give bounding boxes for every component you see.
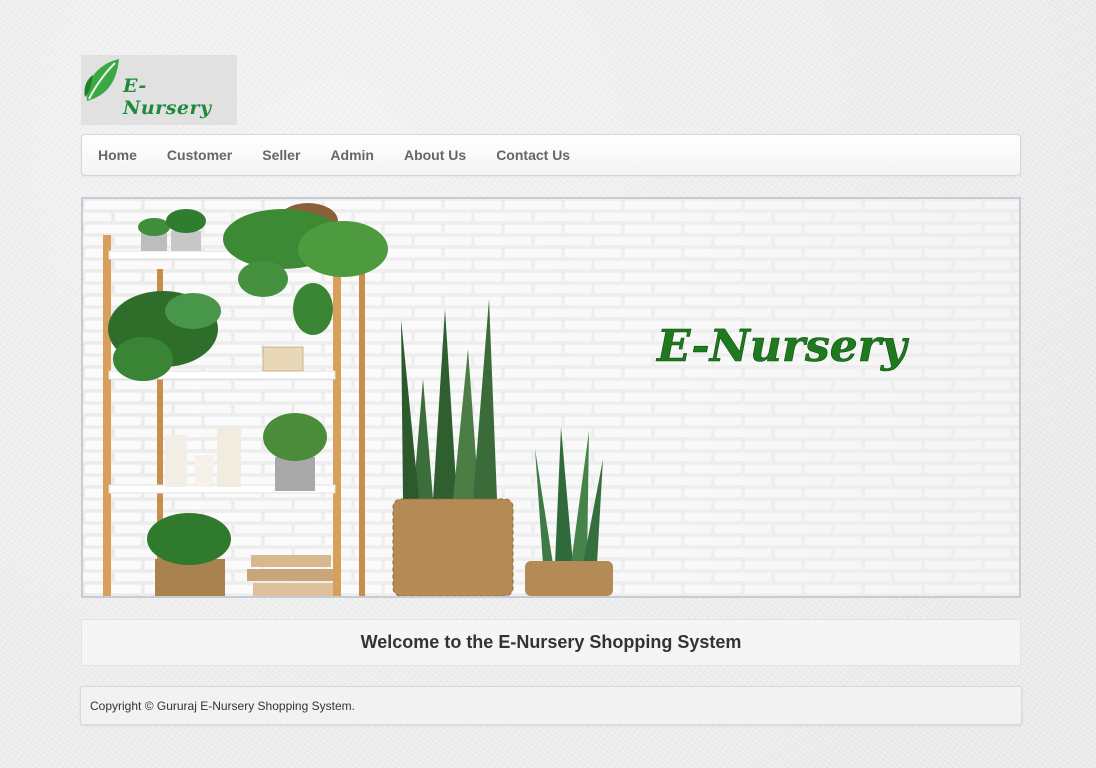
site-logo[interactable]: E- Nursery — [81, 55, 237, 125]
banner-title: E-Nursery — [655, 321, 910, 372]
main-navbar: Home Customer Seller Admin About Us Cont… — [81, 134, 1021, 176]
hero-banner: E-Nursery — [81, 197, 1021, 598]
copyright-text: Copyright © Gururaj E-Nursery Shopping S… — [90, 698, 355, 713]
nav-admin[interactable]: Admin — [315, 135, 389, 175]
nav-customer[interactable]: Customer — [152, 135, 247, 175]
nav-seller[interactable]: Seller — [247, 135, 315, 175]
nav-about-us[interactable]: About Us — [389, 135, 481, 175]
leaf-icon — [84, 59, 119, 101]
welcome-panel: Welcome to the E-Nursery Shopping System — [81, 619, 1021, 666]
nav-contact-us[interactable]: Contact Us — [481, 135, 585, 175]
banner-image: E-Nursery — [83, 199, 1019, 596]
logo-text: E- Nursery — [123, 75, 212, 119]
nav-home[interactable]: Home — [83, 135, 152, 175]
welcome-heading: Welcome to the E-Nursery Shopping System — [360, 632, 742, 652]
footer: Copyright © Gururaj E-Nursery Shopping S… — [80, 686, 1022, 725]
